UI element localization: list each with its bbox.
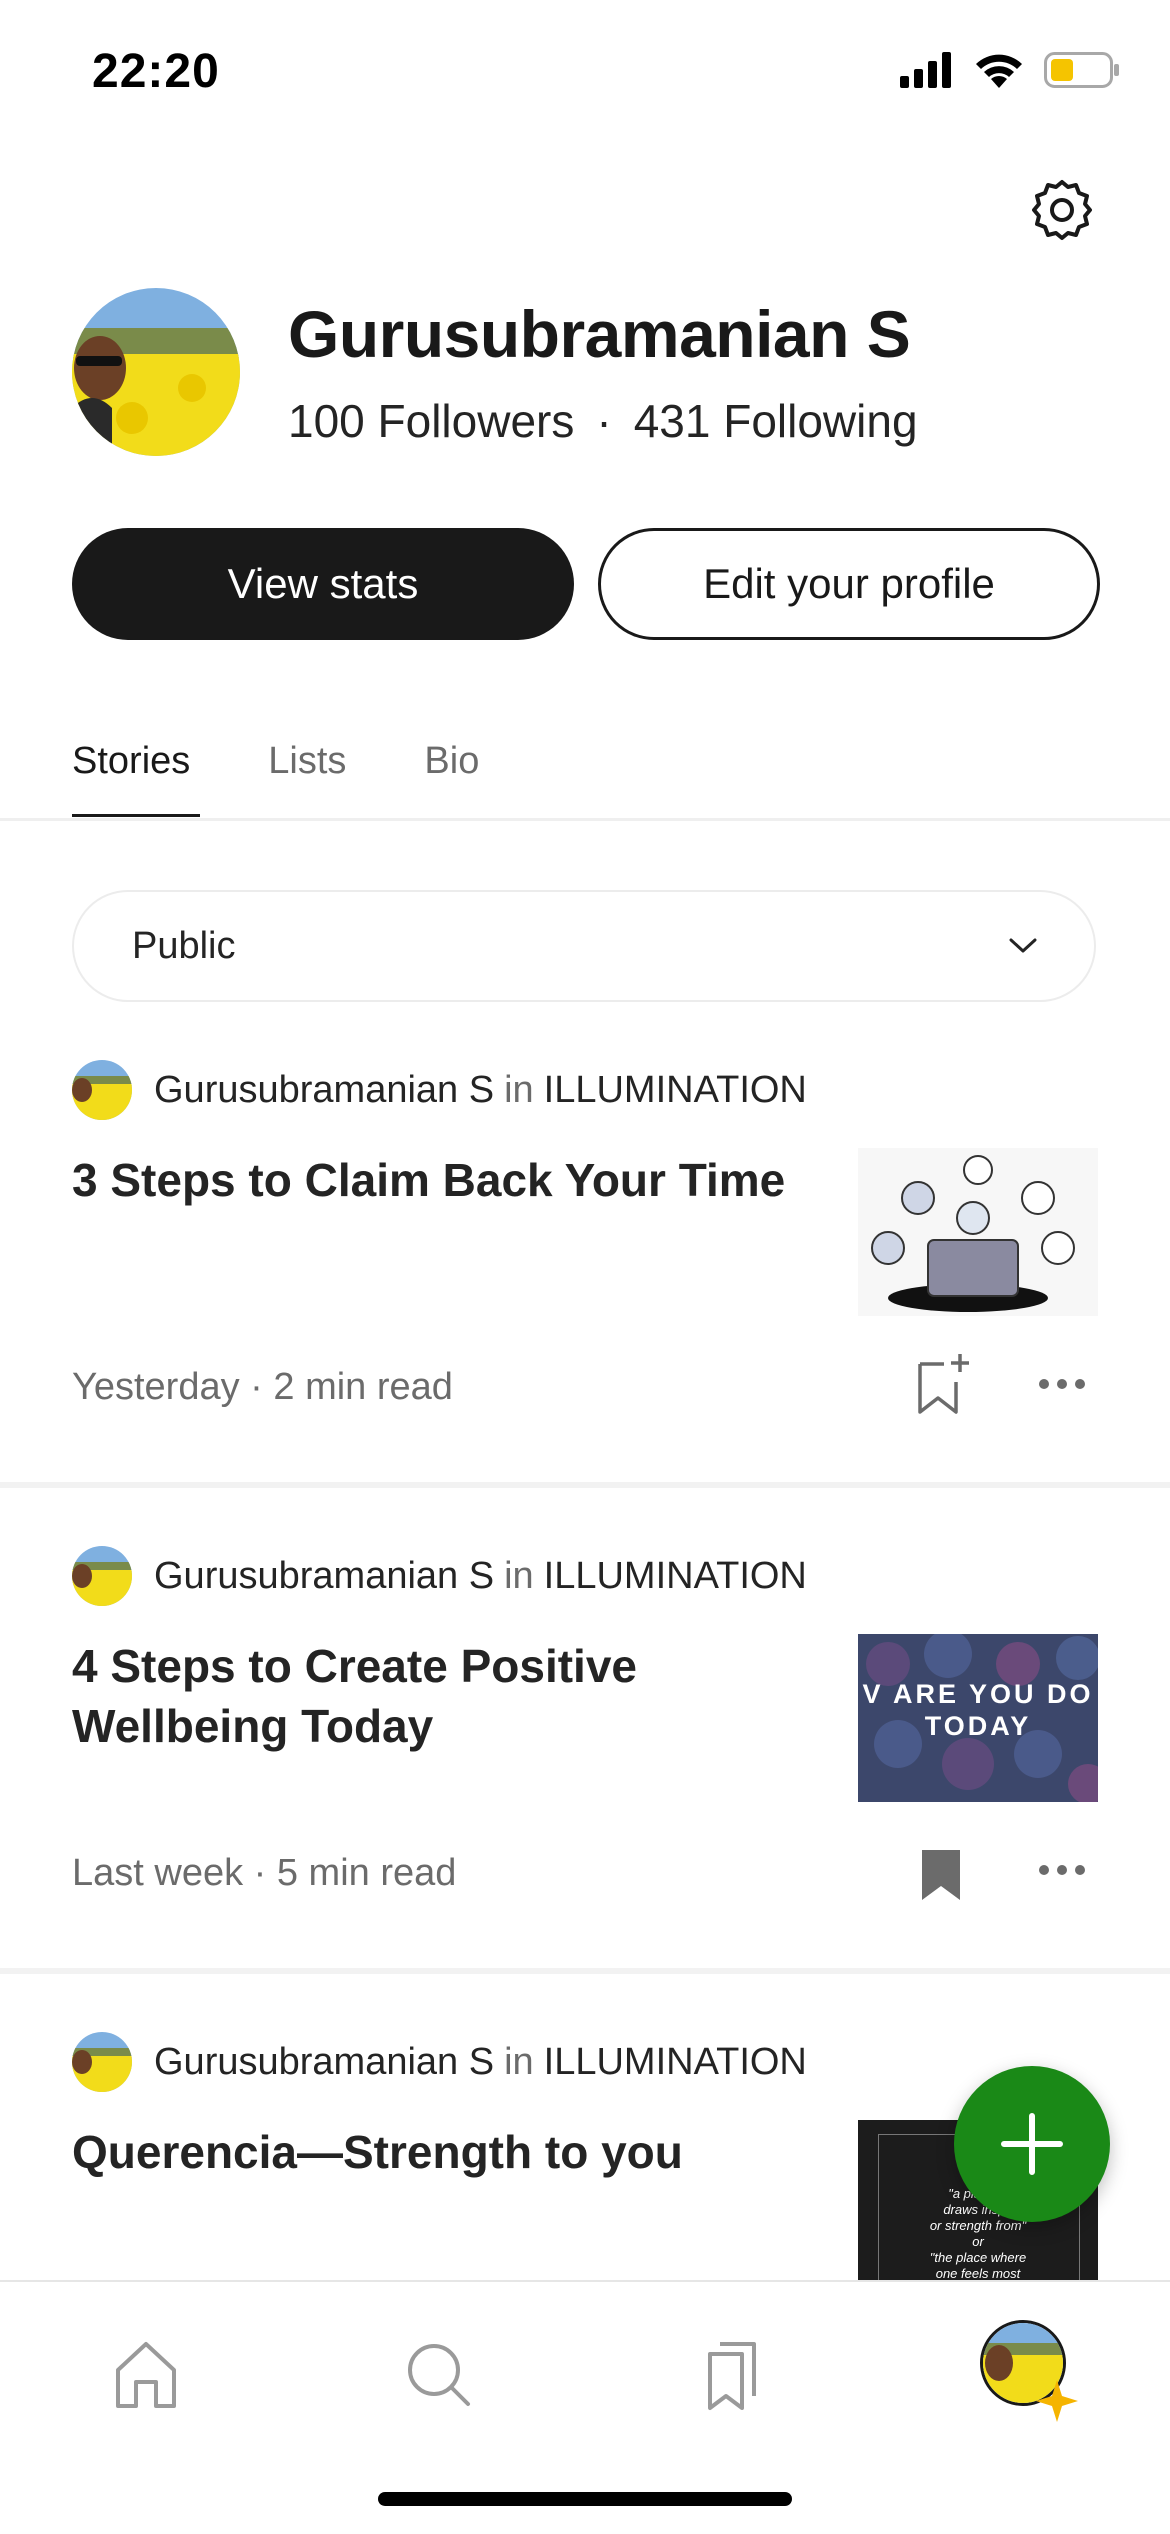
author-avatar	[72, 2032, 132, 2092]
story-byline: Gurusubramanian S in ILLUMINATION	[72, 2032, 807, 2092]
tab-lists[interactable]: Lists	[268, 740, 346, 783]
write-story-fab[interactable]	[954, 2066, 1110, 2222]
story-title[interactable]: 4 Steps to Create Positive Wellbeing Tod…	[72, 1636, 812, 1756]
tabs-divider	[0, 818, 1170, 821]
home-icon[interactable]	[106, 2334, 186, 2414]
story-title[interactable]: Querencia—Strength to you	[72, 2122, 812, 2182]
more-options-icon[interactable]	[1038, 1864, 1086, 1876]
author-avatar	[72, 1546, 132, 1606]
bookmark-add-icon[interactable]	[916, 1354, 972, 1416]
settings-gear-icon[interactable]	[1030, 178, 1094, 242]
plus-icon	[1001, 2113, 1063, 2175]
filter-selected-value: Public	[132, 924, 236, 967]
story-title[interactable]: 3 Steps to Claim Back Your Time	[72, 1150, 812, 1210]
byline-in: in	[504, 1554, 534, 1597]
wifi-icon	[976, 54, 1022, 88]
author-name[interactable]: Gurusubramanian S	[154, 2041, 494, 2084]
thumbnail-text-line: TODAY	[924, 1711, 1032, 1741]
story-meta: Yesterday · 2 min read	[72, 1366, 453, 1408]
author-name[interactable]: Gurusubramanian S	[154, 1069, 494, 1112]
tab-stories[interactable]: Stories	[72, 740, 190, 783]
bookmark-filled-icon[interactable]	[920, 1848, 962, 1902]
tab-bio[interactable]: Bio	[424, 740, 479, 783]
sparkle-icon	[1036, 2380, 1078, 2422]
view-stats-button[interactable]: View stats	[72, 528, 574, 640]
following-count[interactable]: 431 Following	[634, 394, 918, 448]
more-options-icon[interactable]	[1038, 1378, 1086, 1390]
follow-stats: 100 Followers · 431 Following	[288, 394, 918, 448]
signal-icon	[900, 52, 951, 88]
story-meta: Last week · 5 min read	[72, 1852, 457, 1894]
status-icons	[900, 52, 1120, 88]
story-thumbnail[interactable]	[858, 1148, 1098, 1316]
follow-separator: ·	[596, 395, 612, 447]
publication-name[interactable]: ILLUMINATION	[544, 2041, 807, 2084]
edit-profile-button[interactable]: Edit your profile	[598, 528, 1100, 640]
status-time: 22:20	[92, 45, 220, 98]
visibility-filter-select[interactable]: Public	[72, 890, 1096, 1002]
story-separator	[0, 1968, 1170, 1974]
publication-name[interactable]: ILLUMINATION	[544, 1555, 807, 1598]
byline-in: in	[504, 2040, 534, 2083]
thumbnail-text-line: or	[972, 2234, 984, 2249]
battery-icon	[1044, 52, 1119, 88]
story-byline: Gurusubramanian S in ILLUMINATION	[72, 1546, 807, 1606]
thumbnail-text-line: V ARE YOU DO	[862, 1679, 1094, 1709]
thumbnail-text-line: "the place where	[929, 2250, 1027, 2265]
chevron-down-icon	[1009, 938, 1037, 953]
search-icon[interactable]	[398, 2334, 478, 2414]
profile-avatar[interactable]	[72, 288, 240, 456]
home-indicator	[378, 2492, 792, 2506]
author-avatar	[72, 1060, 132, 1120]
active-tab-indicator	[72, 814, 200, 817]
story-card[interactable]: Gurusubramanian S in ILLUMINATION 4 Step…	[0, 1546, 1170, 1966]
library-icon[interactable]	[692, 2334, 772, 2414]
author-name[interactable]: Gurusubramanian S	[154, 1555, 494, 1598]
story-byline: Gurusubramanian S in ILLUMINATION	[72, 1060, 807, 1120]
followers-count[interactable]: 100 Followers	[288, 394, 574, 448]
story-separator	[0, 1482, 1170, 1488]
profile-name: Gurusubramanian S	[288, 297, 911, 371]
profile-tabs: Stories Lists Bio	[72, 740, 479, 783]
story-thumbnail[interactable]: V ARE YOU DO TODAY	[858, 1634, 1098, 1802]
byline-in: in	[504, 1068, 534, 1111]
publication-name[interactable]: ILLUMINATION	[544, 1069, 807, 1112]
thumbnail-text-line: one feels most	[935, 2266, 1021, 2280]
thumbnail-text-line: or strength from"	[929, 2218, 1027, 2233]
story-card[interactable]: Gurusubramanian S in ILLUMINATION 3 Step…	[0, 1060, 1170, 1480]
